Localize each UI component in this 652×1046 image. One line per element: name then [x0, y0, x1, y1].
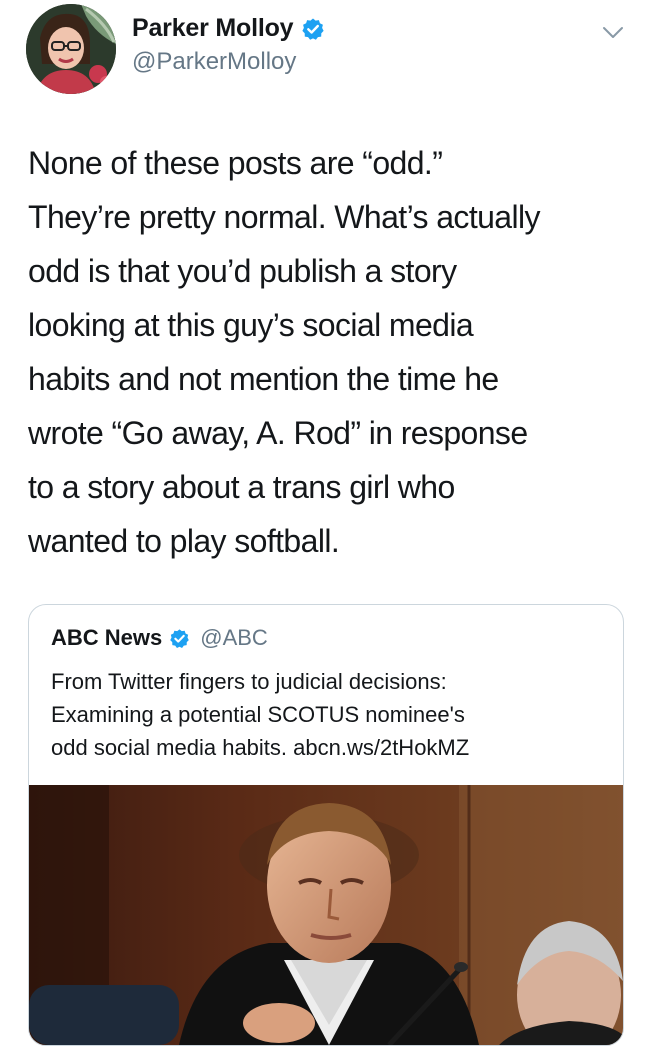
author-display-name[interactable]: Parker Molloy — [132, 14, 294, 43]
verified-badge-icon — [301, 17, 325, 41]
quoted-text-line: odd social media habits. abcn.ws/2tHokMZ — [51, 735, 470, 760]
author-handle[interactable]: @ParkerMolloy — [132, 48, 296, 76]
tweet-text-line: wrote “Go away, A. Rod” in response — [28, 415, 528, 451]
quoted-tweet-header: ABC News @ABC — [51, 625, 268, 651]
tweet-text: None of these posts are “odd.” They’re p… — [28, 136, 628, 568]
avatar[interactable] — [26, 4, 116, 94]
avatar-image — [26, 4, 116, 94]
tweet-text-line: looking at this guy’s social media — [28, 307, 474, 343]
quoted-author-handle[interactable]: @ABC — [200, 625, 268, 651]
tweet-header: Parker Molloy @ParkerMolloy — [0, 0, 652, 100]
tweet-text-line: They’re pretty normal. What’s actually — [28, 199, 541, 235]
quoted-tweet-card[interactable]: ABC News @ABC From Twitter fingers to ju… — [28, 604, 624, 1046]
quoted-text-line: From Twitter fingers to judicial decisio… — [51, 669, 447, 694]
judge-photo-image — [29, 785, 623, 1045]
quoted-tweet-text: From Twitter fingers to judicial decisio… — [51, 665, 611, 764]
author-name-row[interactable]: Parker Molloy — [132, 14, 325, 43]
tweet-text-line: habits and not mention the time he — [28, 361, 499, 397]
tweet-text-line: odd is that you’d publish a story — [28, 253, 457, 289]
tweet-text-line: None of these posts are “odd.” — [28, 145, 443, 181]
quoted-text-line: Examining a potential SCOTUS nominee's — [51, 702, 465, 727]
tweet-text-line: wanted to play softball. — [28, 523, 340, 559]
verified-badge-icon — [169, 628, 190, 649]
chevron-down-icon[interactable] — [602, 26, 624, 40]
quoted-tweet-photo[interactable] — [29, 785, 623, 1045]
tweet-text-line: to a story about a trans girl who — [28, 469, 455, 505]
quoted-author-display-name[interactable]: ABC News — [51, 625, 162, 651]
